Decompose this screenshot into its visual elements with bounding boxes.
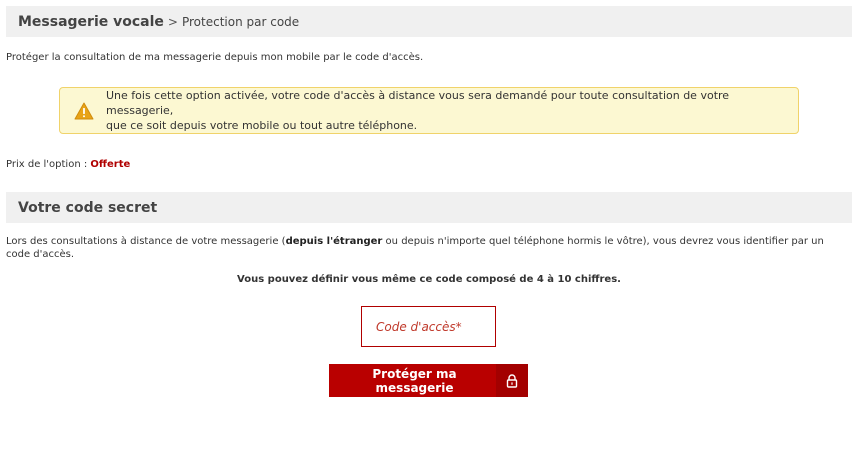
lock-icon [496, 364, 528, 397]
alert-line-1: Une fois cette option activée, votre cod… [106, 89, 730, 117]
protect-voicemail-button[interactable]: Protéger ma messagerie [329, 364, 528, 397]
description-part-1: Lors des consultations à distance de vot… [6, 236, 286, 247]
access-code-input[interactable] [361, 306, 496, 347]
breadcrumb-separator: > [167, 14, 178, 29]
description-bold: depuis l'étranger [285, 236, 383, 247]
section-title: Votre code secret [18, 199, 158, 216]
section-header-bar: Votre code secret [6, 192, 852, 223]
info-alert: Une fois cette option activée, votre cod… [59, 87, 799, 134]
price-value: Offerte [90, 159, 131, 170]
option-price: Prix de l'option : Offerte [6, 159, 130, 170]
protect-button-label: Protéger ma messagerie [372, 366, 457, 395]
intro-text: Protéger la consultation de ma messageri… [6, 52, 424, 63]
price-label: Prix de l'option : [6, 159, 91, 170]
code-hint: Vous pouvez définir vous même ce code co… [237, 274, 621, 285]
section-description: Lors des consultations à distance de vot… [6, 235, 846, 261]
alert-message: Une fois cette option activée, votre cod… [106, 88, 798, 133]
page-title: Messagerie vocale [18, 13, 164, 30]
alert-line-2: que ce soit depuis votre mobile ou tout … [106, 119, 418, 132]
page-subtitle: Protection par code [181, 14, 300, 29]
warning-triangle-icon [74, 102, 94, 119]
page-header-bar: Messagerie vocale > Protection par code [6, 6, 852, 37]
